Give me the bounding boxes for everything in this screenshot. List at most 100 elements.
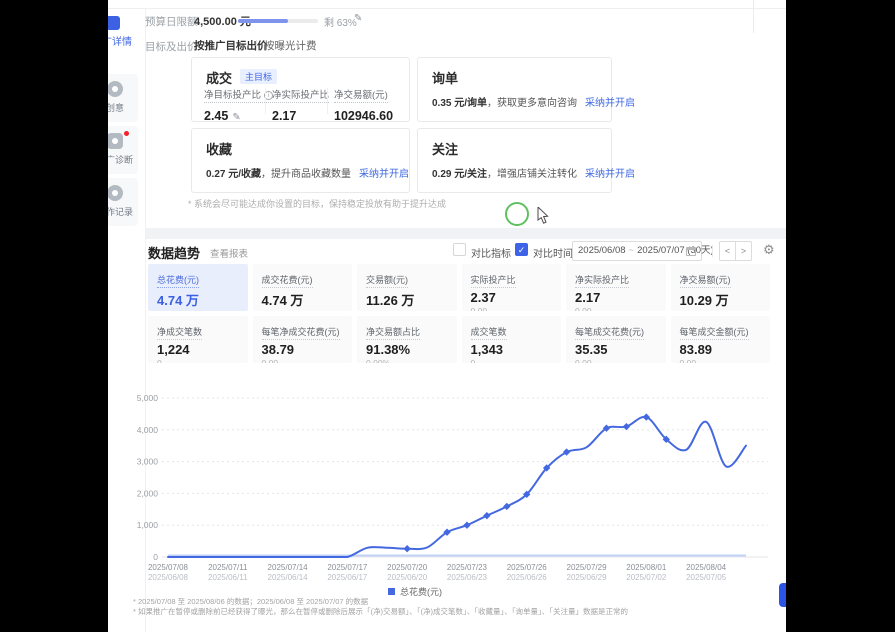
metric-label: 成交花费(元) <box>262 273 313 288</box>
chart-legend[interactable]: 总花费(元) <box>388 585 442 598</box>
bulb-icon <box>107 81 123 97</box>
metric-card-2[interactable]: 交易额(元) 11.26 万 0.00 <box>357 264 457 311</box>
svg-text:2,000: 2,000 <box>137 488 159 498</box>
trend-metric-grid: 总花费(元) 4.74 万 0.00成交花费(元) 4.74 万 0.00交易额… <box>148 264 770 363</box>
budget-progress-fill <box>238 19 288 23</box>
legend-swatch <box>388 588 395 595</box>
svg-text:2025/07/20: 2025/07/20 <box>387 563 428 572</box>
next-period-button[interactable]: > <box>735 241 752 261</box>
budget-progressbar <box>238 19 318 23</box>
svg-text:2025/06/23: 2025/06/23 <box>447 573 488 582</box>
date-start: 2025/06/08 <box>578 245 626 256</box>
goal-metric-label: 净目标投产比i <box>204 87 273 103</box>
controls-divider <box>712 245 713 257</box>
goal-metric-2: 净交易额(元) 102946.60 <box>334 85 393 123</box>
metric-card-5[interactable]: 净交易额(元) 10.29 万 0.00 <box>671 264 771 311</box>
metric-label: 实际投产比 <box>471 273 516 288</box>
budget-edit-pencil-icon[interactable]: ✎ <box>354 13 362 24</box>
tab-divider <box>256 40 257 50</box>
compare-time-checkbox[interactable]: ✓ <box>515 243 528 256</box>
metric-compare-value: 0.00 <box>262 358 344 363</box>
metric-label: 每笔净成交花费(元) <box>262 325 340 340</box>
metric-compare-value: 0.00 <box>157 310 239 311</box>
compare-time-label[interactable]: 对比时间 <box>533 245 573 260</box>
date-separator: ~ <box>629 245 635 256</box>
loading-ring <box>505 202 529 226</box>
adopt-enable-link[interactable]: 采纳并开启 <box>359 169 409 180</box>
goal-card-title: 关注 <box>432 139 458 158</box>
date-range-input[interactable]: 2025/06/08~2025/07/07 (30天) <box>572 241 702 261</box>
goal-card-2: 关注 0.29 元/关注，增强店铺关注转化采纳并开启 <box>417 128 612 193</box>
floating-side-button[interactable] <box>779 583 786 607</box>
diagnose-icon <box>107 133 123 149</box>
goal-card-0: 询单 0.35 元/询单，获取更多意向咨询采纳并开启 <box>417 57 612 122</box>
metric-card-10[interactable]: 每笔成交花费(元) 35.35 0.00 <box>566 316 666 363</box>
goal-card-desc: 0.27 元/收藏，提升商品收藏数量采纳并开启 <box>206 165 409 180</box>
goal-card-desc: 0.35 元/询单，获取更多意向咨询采纳并开启 <box>432 94 635 109</box>
goal-bar-label: 目标及出价: <box>145 39 200 54</box>
svg-text:2025/07/02: 2025/07/02 <box>626 573 667 582</box>
budget-remaining: 剩 63% <box>324 14 357 29</box>
column-divider <box>265 88 266 114</box>
edit-pencil-icon[interactable]: ✎ <box>232 112 240 123</box>
metric-value: 4.74 万 <box>157 290 239 309</box>
svg-text:3,000: 3,000 <box>137 457 159 467</box>
metric-label: 每笔成交金额(元) <box>680 325 749 340</box>
metric-card-7[interactable]: 每笔净成交花费(元) 38.79 0.00 <box>253 316 353 363</box>
date-end: 2025/07/07 (30天) <box>637 245 714 256</box>
metric-card-11[interactable]: 每笔成交金额(元) 83.89 0.00 <box>671 316 771 363</box>
section-separator <box>145 228 786 239</box>
metric-compare-value: 0 <box>471 358 553 363</box>
svg-text:2025/06/11: 2025/06/11 <box>208 573 248 582</box>
metric-compare-value: 0.00 <box>366 310 448 311</box>
goal-card-title: 收藏 <box>206 139 232 158</box>
calendar-icon[interactable] <box>686 247 696 256</box>
svg-text:2025/07/08: 2025/07/08 <box>148 563 189 572</box>
metric-card-9[interactable]: 成交笔数 1,343 0 <box>462 316 562 363</box>
metric-compare-value: 0.00 <box>575 306 657 311</box>
metric-label: 净交易额占比 <box>366 325 420 340</box>
goal-metric-label: 净交易额(元) <box>334 87 388 103</box>
svg-text:5,000: 5,000 <box>137 393 159 403</box>
panel-edge-divider <box>753 0 754 33</box>
metric-value: 83.89 <box>680 342 762 357</box>
metric-label: 净成交笔数 <box>157 325 202 340</box>
goal-card-deal: 成交 主目标 净目标投产比i2.45✎净实际投产比2.17净交易额(元)1029… <box>191 57 410 122</box>
metric-value: 10.29 万 <box>680 290 762 309</box>
adopt-enable-link[interactable]: 采纳并开启 <box>585 169 635 180</box>
svg-text:0: 0 <box>153 552 158 562</box>
adopt-enable-link[interactable]: 采纳并开启 <box>585 98 635 109</box>
metric-card-1[interactable]: 成交花费(元) 4.74 万 0.00 <box>253 264 353 311</box>
svg-text:2025/08/04: 2025/08/04 <box>686 563 727 572</box>
goal-card-desc: 0.29 元/关注，增强店铺关注转化采纳并开启 <box>432 165 635 180</box>
metric-card-4[interactable]: 净实际投产比 2.17 0.00 <box>566 264 666 311</box>
compare-metric-label[interactable]: 对比指标 <box>471 245 511 260</box>
promo-detail-icon[interactable] <box>106 16 120 30</box>
goal-footnote: * 系统会尽可能达成你设置的目标，保持稳定投放有助于提升达成 <box>188 197 446 210</box>
metric-label: 净交易额(元) <box>680 273 731 288</box>
goal-card-title: 询单 <box>432 68 458 87</box>
metric-value: 91.38% <box>366 342 448 357</box>
tab-bid-by-impression[interactable]: 按曝光计费 <box>264 38 317 53</box>
gear-icon[interactable]: ⚙ <box>763 242 775 258</box>
svg-text:2025/07/29: 2025/07/29 <box>567 563 608 572</box>
prev-period-button[interactable]: < <box>719 241 736 261</box>
letterbox-left <box>0 0 108 632</box>
goal-card-1: 收藏 0.27 元/收藏，提升商品收藏数量采纳并开启 <box>191 128 410 193</box>
metric-card-6[interactable]: 净成交笔数 1,224 0 <box>148 316 248 363</box>
goal-metric-label: 净实际投产比 <box>272 87 329 103</box>
svg-text:2025/06/26: 2025/06/26 <box>507 573 548 582</box>
metric-card-0[interactable]: 总花费(元) 4.74 万 0.00 <box>148 264 248 311</box>
goal-metric-value: 102946.60 <box>334 109 393 123</box>
metric-card-8[interactable]: 净交易额占比 91.38% 0.00% <box>357 316 457 363</box>
metric-value: 1,224 <box>157 342 239 357</box>
metric-label: 每笔成交花费(元) <box>575 325 644 340</box>
chart-footnote-2: * 如果推广在暂停或删除前已经获得了曝光，那么在暂停或删除后展示「(净)交易额」… <box>133 606 628 617</box>
view-report-link[interactable]: 查看报表 <box>210 246 248 260</box>
compare-metric-checkbox[interactable] <box>453 243 466 256</box>
metric-label: 交易额(元) <box>366 273 408 288</box>
metric-compare-value: 0 <box>157 358 239 363</box>
metric-card-3[interactable]: 实际投产比 2.37 0.00 <box>462 264 562 311</box>
goal-metric-0: 净目标投产比i2.45✎ <box>204 85 273 123</box>
trend-line-chart[interactable]: 01,0002,0003,0004,0005,0002025/07/082025… <box>120 390 770 590</box>
